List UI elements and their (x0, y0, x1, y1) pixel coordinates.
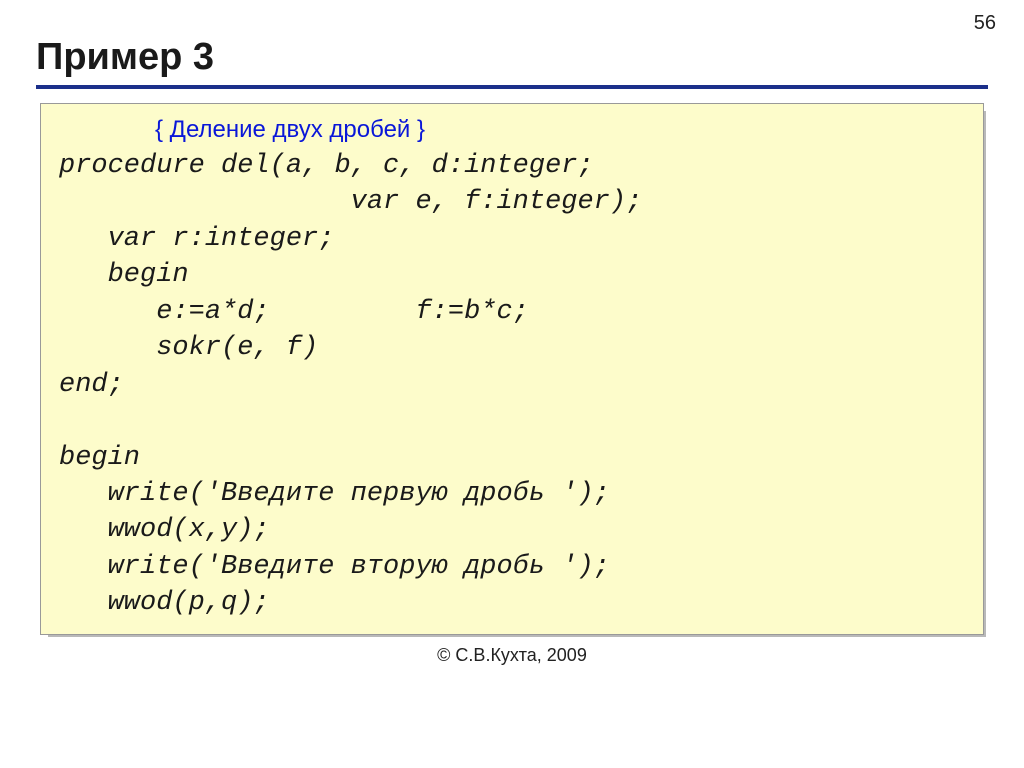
slide: 56 Пример 3 { Деление двух дробей } proc… (0, 0, 1024, 768)
title-rule (36, 85, 988, 89)
page-number: 56 (974, 12, 996, 35)
code-body: procedure del(a, b, c, d:integer; var e,… (59, 148, 965, 622)
footer-copyright: © С.В.Кухта, 2009 (36, 645, 988, 666)
slide-title: Пример 3 (36, 36, 988, 79)
code-box: { Деление двух дробей } procedure del(a,… (40, 103, 984, 635)
code-block: { Деление двух дробей } procedure del(a,… (40, 103, 984, 635)
code-comment: { Деление двух дробей } (155, 116, 965, 144)
